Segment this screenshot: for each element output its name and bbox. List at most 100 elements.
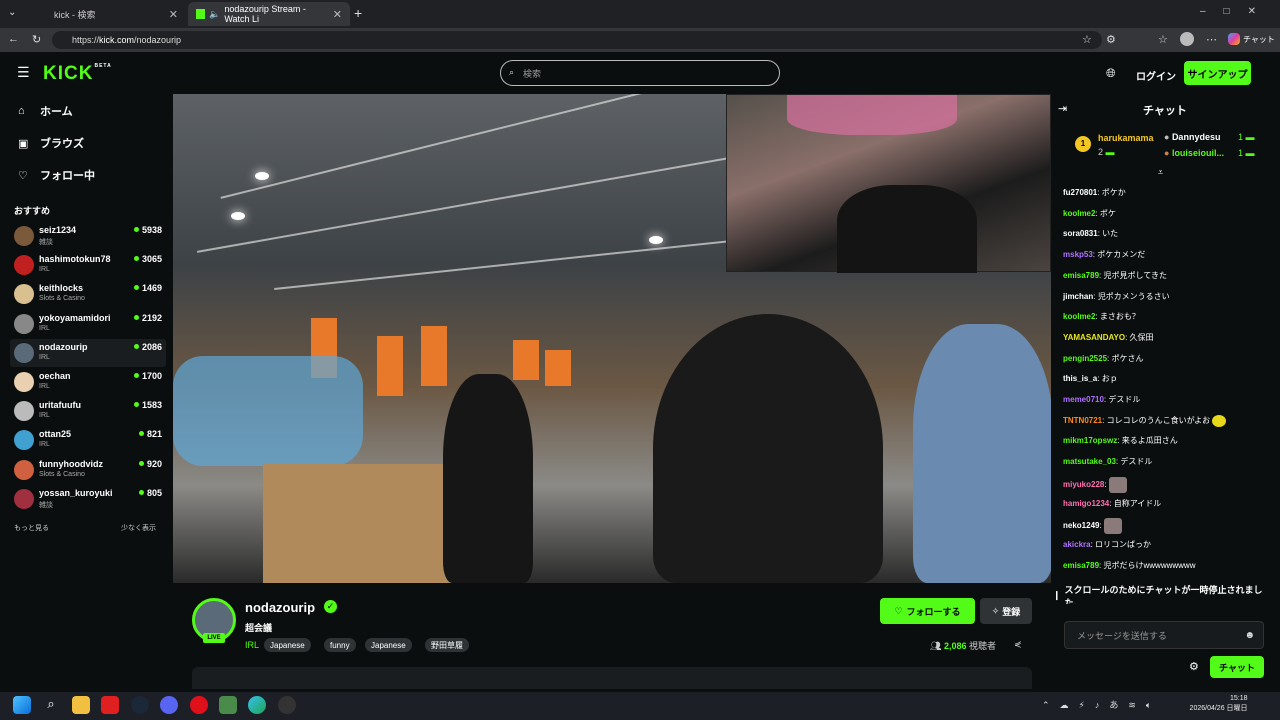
leaderboard-user[interactable]: ● louiseiouil...: [1164, 148, 1224, 158]
search-icon[interactable]: ⌕: [42, 696, 60, 714]
chat-message[interactable]: neko1249:: [1063, 518, 1122, 535]
chat-username[interactable]: this_is_a: [1063, 374, 1097, 383]
stream-category[interactable]: IRL: [245, 640, 259, 650]
chat-username[interactable]: koolme2: [1063, 312, 1095, 321]
collections-icon[interactable]: ☆: [1158, 33, 1168, 46]
system-tray-icons[interactable]: ⌃☁⚡♪あ≋🔈︎: [1042, 698, 1161, 711]
chat-message[interactable]: meme0710: デスドル: [1063, 394, 1140, 405]
sidebar-channel[interactable]: oechan IRL 1700: [10, 368, 166, 396]
sidebar-item-following[interactable]: ♡ フォロー中: [18, 167, 95, 183]
chat-message[interactable]: emisa789: 児ポ見ポしてきた: [1063, 270, 1167, 281]
chat-message[interactable]: YAMASANDAYO: 久保田: [1063, 332, 1154, 343]
file-explorer-icon[interactable]: [72, 696, 90, 714]
chat-username[interactable]: akickra: [1063, 540, 1091, 549]
sidebar-channel[interactable]: uritafuufu IRL 1583: [10, 397, 166, 425]
chat-settings-icon[interactable]: ⚙: [1189, 660, 1199, 673]
sidebar-channel[interactable]: yokoyamamidori IRL 2192: [10, 310, 166, 338]
reload-icon[interactable]: ↻: [32, 33, 41, 46]
chat-username[interactable]: miyuko228: [1063, 480, 1104, 489]
globe-icon[interactable]: 🌐︎: [1106, 66, 1116, 81]
chat-username[interactable]: pengin2525: [1063, 354, 1107, 363]
show-more-link[interactable]: もっと見る: [14, 523, 49, 533]
subscribe-button[interactable]: ✧ 登録: [980, 598, 1032, 624]
chat-message[interactable]: miyuko228:: [1063, 476, 1127, 493]
tag[interactable]: Japanese: [264, 638, 311, 652]
expand-leaderboard-icon[interactable]: ⩡: [1158, 167, 1163, 178]
tab-stream[interactable]: 🔈 nodazourip Stream - Watch Li ✕: [188, 2, 350, 26]
chat-message[interactable]: koolme2: ポケ: [1063, 208, 1116, 219]
vivaldi-icon[interactable]: [101, 696, 119, 714]
tag[interactable]: Japanese: [365, 638, 412, 652]
discord-icon[interactable]: [160, 696, 178, 714]
signup-button[interactable]: サインアップ: [1184, 61, 1251, 85]
window-controls[interactable]: –□✕: [1200, 6, 1274, 17]
edge-icon[interactable]: [248, 696, 266, 714]
chat-message[interactable]: mskp53: ポケカメンだ: [1063, 249, 1145, 260]
chat-username[interactable]: mikm17opswz: [1063, 436, 1117, 445]
taskbar-clock[interactable]: 15:18 2026/04/26 日曜日: [1190, 694, 1248, 714]
obs-icon[interactable]: [278, 696, 296, 714]
follow-button[interactable]: ♡ フォローする: [880, 598, 975, 624]
opera-icon[interactable]: [190, 696, 208, 714]
url-field[interactable]: https://kick.com/nodazourip: [52, 31, 1102, 49]
streamer-name[interactable]: nodazourip: [245, 600, 315, 615]
chat-username[interactable]: sora0831: [1063, 229, 1098, 238]
chat-username[interactable]: hamigo1234: [1063, 499, 1109, 508]
emoji-icon[interactable]: ☻: [1244, 630, 1255, 641]
chat-username[interactable]: emisa789: [1063, 561, 1099, 570]
back-icon[interactable]: ←: [8, 33, 19, 45]
chat-username[interactable]: fu270801: [1063, 188, 1097, 197]
sidebar-item-home[interactable]: ⌂ ホーム: [18, 103, 73, 119]
chat-username[interactable]: matsutake_03: [1063, 457, 1116, 466]
chat-username[interactable]: jimchan: [1063, 292, 1093, 301]
sidebar-channel[interactable]: ottan25 IRL 821: [10, 426, 166, 454]
leaderboard-user[interactable]: harukamama: [1098, 133, 1154, 143]
chat-message[interactable]: jimchan: 児ポカメンうるさい: [1063, 291, 1170, 302]
star-icon[interactable]: ☆: [1082, 33, 1092, 46]
sidebar-channel[interactable]: keithlocks Slots & Casino 1469: [10, 280, 166, 308]
tab-search[interactable]: kick - 検索 ✕: [28, 2, 186, 26]
sidebar-channel[interactable]: hashimotokun78 IRL 3065: [10, 251, 166, 279]
chat-username[interactable]: emisa789: [1063, 271, 1099, 280]
sidebar-channel[interactable]: seiz1234 雑談 5938: [10, 222, 166, 250]
collapse-chat-icon[interactable]: ⇥: [1058, 102, 1067, 115]
close-icon[interactable]: ✕: [333, 8, 342, 21]
profile-avatar[interactable]: [1180, 32, 1194, 46]
show-less-link[interactable]: 少なく表示: [121, 523, 156, 533]
windows-start-icon[interactable]: [13, 696, 31, 714]
chat-message[interactable]: sora0831: いた: [1063, 228, 1118, 239]
app-icon[interactable]: [219, 696, 237, 714]
speaker-icon[interactable]: 🔈: [209, 9, 220, 20]
leaderboard-user[interactable]: ● Dannydesu: [1164, 132, 1220, 142]
chat-username[interactable]: YAMASANDAYO: [1063, 333, 1125, 342]
chat-input[interactable]: メッセージを送信する ☻: [1064, 621, 1264, 649]
chat-message[interactable]: koolme2: まさおも？: [1063, 311, 1140, 322]
share-icon[interactable]: ⋞: [1014, 639, 1022, 650]
steam-icon[interactable]: [131, 696, 149, 714]
chat-message[interactable]: matsutake_03: デスドル: [1063, 456, 1152, 467]
kick-logo[interactable]: KICKBETA: [43, 63, 112, 85]
send-chat-button[interactable]: チャット: [1210, 656, 1264, 678]
tab-list-button[interactable]: ⌄: [8, 7, 16, 18]
close-icon[interactable]: ✕: [169, 8, 178, 21]
chat-username[interactable]: mskp53: [1063, 250, 1093, 259]
chat-message[interactable]: pengin2525: ポケさん: [1063, 353, 1143, 364]
chat-username[interactable]: TNTN0721: [1063, 416, 1102, 425]
chat-message[interactable]: TNTN0721: コレコレのうんこ食いがよお: [1063, 414, 1227, 427]
chat-message[interactable]: mikm17opswz: 来るよ瓜田さん: [1063, 435, 1178, 446]
tag[interactable]: funny: [324, 638, 356, 652]
chat-username[interactable]: neko1249: [1063, 521, 1099, 530]
sidebar-item-browse[interactable]: ▣ ブラウズ: [18, 135, 84, 151]
chat-message[interactable]: this_is_a: おｐ: [1063, 373, 1118, 384]
sidebar-channel[interactable]: nodazourip IRL 2086: [10, 338, 166, 367]
tag[interactable]: 野田草履: [425, 638, 469, 652]
more-icon[interactable]: ⋯: [1206, 33, 1217, 46]
sidebar-channel[interactable]: funnyhoodvidz Slots & Casino 920: [10, 456, 166, 484]
chat-paused-banner[interactable]: ❙ スクロールのためにチャットが一時停止されました。: [1049, 585, 1280, 608]
chat-message[interactable]: hamigo1234: 自称アイドル: [1063, 498, 1161, 509]
menu-icon[interactable]: ☰: [17, 64, 30, 81]
chat-message[interactable]: emisa789: 児ポだらけwwwwwwwww: [1063, 560, 1195, 571]
sidebar-channel[interactable]: yossan_kuroyuki 雑談 805: [10, 485, 166, 513]
chat-message[interactable]: akickra: ロリコンばっか: [1063, 539, 1151, 550]
search-input[interactable]: ⌕ 検索: [500, 60, 780, 86]
